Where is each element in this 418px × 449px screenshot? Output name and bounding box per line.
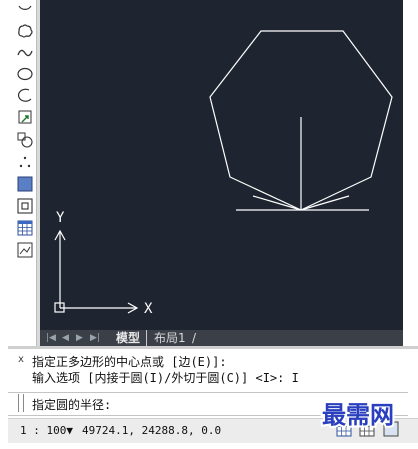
region-icon[interactable] [15,196,35,216]
revision-cloud-icon[interactable] [15,21,35,41]
multiline-text-icon[interactable] [15,240,35,260]
tab-last-button[interactable]: ▶| [90,333,100,343]
ucs-x-label: X [144,301,153,317]
command-close-icon[interactable]: x [18,354,24,365]
tab-model[interactable]: 模型 [116,330,148,346]
tab-separator: / [192,331,197,345]
spline-icon[interactable] [15,43,35,63]
ellipse-arc-icon[interactable] [15,86,35,106]
circle-partial-icon[interactable] [15,1,35,21]
ucs-y-label: Y [56,210,65,226]
command-history-line: 指定正多边形的中心点或 [边(E)]: [32,355,227,369]
toolbar-empty-area [8,262,38,346]
command-history-line: 输入选项 [内接于圆(I)/外切于圆(C)] <I>: I [32,371,299,385]
vertical-scroll-strip[interactable] [403,0,418,346]
insert-block-icon[interactable] [15,108,35,128]
drawing-canvas[interactable]: X Y [40,0,403,330]
point-icon[interactable] [15,152,35,172]
layout-tab-bar: |◀ ◀ ▶ ▶| 模型 布局1 / [40,330,403,346]
table-icon[interactable] [15,218,35,238]
ucs-icon [54,229,139,314]
annotation-scale[interactable]: 1 : 100▼ [20,424,73,437]
watermark-text: 最需网 [322,400,394,429]
tab-first-button[interactable]: |◀ [46,333,56,343]
cursor-coordinates: 49724.1, 24288.8, 0.0 [82,424,222,437]
drawing-geometry [54,30,393,314]
tab-layout1[interactable]: 布局1 [154,330,186,346]
crosshair-diag-left [252,195,302,211]
command-prompt[interactable]: 指定圆的半径: [32,396,111,413]
tab-prev-button[interactable]: ◀ [62,333,69,343]
watermark: 最需网 最需网 [308,397,408,429]
hatch-icon[interactable] [15,174,35,194]
autocad-window: X Y |◀ ◀ ▶ ▶| 模型 布局1 / x 指定正多边形的中心点或 [边(… [0,0,418,449]
command-grip-icon[interactable] [18,394,24,412]
ellipse-icon[interactable] [15,64,35,84]
tab-next-button[interactable]: ▶ [76,333,83,343]
make-block-icon[interactable] [15,130,35,150]
